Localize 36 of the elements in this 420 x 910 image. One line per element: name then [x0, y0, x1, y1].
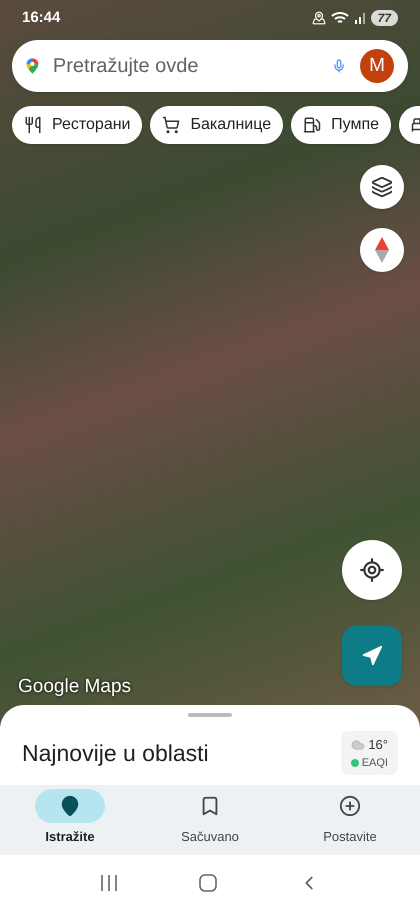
- wifi-icon: [330, 11, 349, 25]
- plus-circle-icon: [339, 795, 361, 817]
- layers-button[interactable]: [360, 165, 404, 209]
- category-chip[interactable]: Пумпе: [291, 106, 392, 144]
- category-chip[interactable]: Бакалнице: [150, 106, 284, 144]
- category-chip[interactable]: Ресторани: [12, 106, 142, 144]
- map-attribution: Google Maps: [18, 675, 132, 699]
- cloud-icon: [351, 738, 366, 752]
- fork-knife-icon: [24, 116, 42, 134]
- recent-apps-icon[interactable]: [100, 874, 118, 890]
- status-time: 16:44: [22, 8, 60, 28]
- crosshair-icon: [359, 557, 385, 583]
- sheet-title: Najnovije u oblasti: [22, 738, 209, 768]
- battery-indicator: 77: [370, 10, 398, 26]
- satellite-map[interactable]: 16:44 77 Pretražujte ovde M Ресторани Бакалнице Пумпе Google Maps: [0, 0, 420, 727]
- compass-button[interactable]: [360, 228, 404, 272]
- pin-icon: [59, 795, 81, 817]
- directions-button[interactable]: [342, 626, 402, 686]
- signal-icon: [354, 12, 366, 24]
- location-icon: [312, 11, 326, 25]
- arrow-icon: [361, 645, 383, 667]
- aqi-label: EAQI: [362, 756, 388, 770]
- compass-icon: [375, 237, 389, 263]
- nav-tab[interactable]: Sačuvano: [140, 789, 280, 855]
- nav-tab[interactable]: Istražite: [0, 789, 140, 855]
- temperature: 16°: [368, 736, 388, 754]
- weather-card[interactable]: 16° EAQI: [340, 731, 398, 775]
- nav-tab[interactable]: Postavite: [280, 789, 420, 855]
- cart-icon: [162, 116, 180, 134]
- layers-icon: [371, 176, 393, 198]
- drag-handle[interactable]: [188, 713, 232, 717]
- fuel-pump-icon: [303, 116, 322, 134]
- search-input[interactable]: Pretražujte ovde: [52, 51, 318, 81]
- home-icon[interactable]: [198, 874, 217, 892]
- account-avatar[interactable]: M: [360, 49, 394, 83]
- search-field[interactable]: Pretražujte ovde M: [12, 40, 408, 92]
